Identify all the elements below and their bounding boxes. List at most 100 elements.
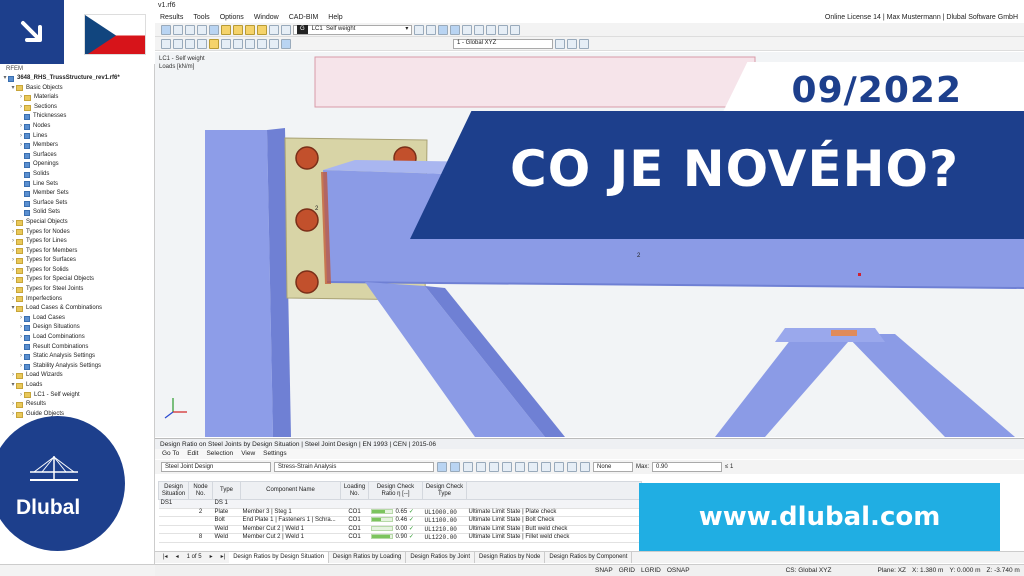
display-icon[interactable] [554,462,564,472]
view-icon[interactable] [197,24,207,35]
tree-item[interactable]: › Types for Steel Joints [0,285,154,295]
tree-item[interactable]: › Design Situations [0,323,154,333]
prev-icon[interactable] [414,24,425,35]
display-icon[interactable] [541,462,551,472]
tree-file[interactable]: ▾ 3648_RHS_TrussStructure_rev1.rf6* [0,74,154,84]
tree-item[interactable]: › Results [0,400,154,410]
status-lgrid[interactable]: LGRID [641,565,661,576]
tool-icon[interactable] [233,38,243,49]
view-icon[interactable] [567,38,577,49]
module-select[interactable]: Steel Joint Design [161,462,271,472]
edit-icon[interactable] [221,24,231,35]
prev-page-icon[interactable]: ◂ [172,552,183,563]
results-menu-settings[interactable]: Settings [259,449,291,459]
tree-item[interactable]: Solid Sets [0,208,154,218]
display-icon[interactable] [567,462,577,472]
menu-window[interactable]: Window [249,12,284,23]
tool-icon[interactable] [209,38,219,49]
export-icon[interactable] [502,462,512,472]
results-icon[interactable] [450,24,461,35]
tree-item[interactable]: › Load Wizards [0,371,154,381]
view-icon[interactable] [185,24,195,35]
display-icon[interactable] [474,24,485,35]
tree-item[interactable]: Openings [0,160,154,170]
status-osnap[interactable]: OSNAP [667,565,690,576]
last-page-icon[interactable]: ▸| [217,552,230,563]
view-icon[interactable] [579,38,589,49]
next-page-icon[interactable]: ▸ [206,552,217,563]
analysis-select[interactable]: Stress-Strain Analysis [274,462,434,472]
tree-item[interactable]: Surfaces [0,151,154,161]
tree-item[interactable]: › LC1 - Self weight [0,391,154,401]
zoom-icon[interactable] [245,24,255,35]
tree-item[interactable]: › Materials [0,93,154,103]
menu-cad-bim[interactable]: CAD-BIM [284,12,324,23]
results-icon[interactable] [438,24,449,35]
tree-item[interactable]: › Nodes [0,122,154,132]
tree-item[interactable]: Solids [0,170,154,180]
display-icon[interactable] [486,24,497,35]
export-icon[interactable] [489,462,499,472]
tab-by-joint[interactable]: Design Ratios by Joint [406,552,476,563]
tree-item[interactable]: Line Sets [0,180,154,190]
tree-item[interactable]: › Types for Solids [0,266,154,276]
tree-item[interactable]: › Types for Lines [0,237,154,247]
first-page-icon[interactable]: |◂ [159,552,172,563]
filter-icon[interactable] [437,462,447,472]
tree-item[interactable]: › Types for Nodes [0,228,154,238]
tool-icon[interactable] [257,38,267,49]
display-icon[interactable] [580,462,590,472]
table-icon[interactable] [476,462,486,472]
tree-item[interactable]: › Special Objects [0,218,154,228]
tab-by-design-situation[interactable]: Design Ratios by Design Situation [229,552,329,563]
tree-item[interactable]: › Types for Surfaces [0,256,154,266]
coordinate-system-select[interactable]: 1 - Global XYZ [453,38,553,49]
tree-item[interactable]: ▾ Basic Objects [0,84,154,94]
display-icon[interactable] [498,24,509,35]
view-icon[interactable] [173,24,183,35]
tree-item[interactable]: › Members [0,141,154,151]
tree-item[interactable]: ▾ Loads [0,381,154,391]
menu-results[interactable]: Results [155,12,188,23]
website-url[interactable]: www.dlubal.com [699,502,941,532]
table-icon[interactable] [463,462,473,472]
url-banner[interactable]: www.dlubal.com [639,483,1000,551]
search-icon[interactable] [233,24,243,35]
load-case-select[interactable]: G LC1 Self weight ▾ [293,24,413,35]
results-menu-selection[interactable]: Selection [202,449,237,459]
tool-icon[interactable] [245,38,255,49]
display-icon[interactable] [510,24,521,35]
tool-icon[interactable] [161,38,171,49]
table-row[interactable]: 2 Plate Member 3 | Steg 1 CO1 0.65 ✓ UL1000.0… [158,508,642,518]
max-value-field[interactable]: 0.90 [652,462,723,472]
tree-item[interactable]: › Sections [0,103,154,113]
tree-item[interactable]: Surface Sets [0,199,154,209]
filter-select[interactable]: None [593,462,633,472]
tree-item[interactable]: Thicknesses [0,112,154,122]
filter-icon[interactable] [450,462,460,472]
next-icon[interactable] [426,24,437,35]
tab-by-loading[interactable]: Design Ratios by Loading [329,552,407,563]
tree-item[interactable]: › Load Cases [0,314,154,324]
view-icon[interactable] [555,38,565,49]
table-icon[interactable] [209,24,219,35]
menu-tools[interactable]: Tools [188,12,214,23]
tree-item[interactable]: › Static Analysis Settings [0,352,154,362]
display-icon[interactable] [462,24,473,35]
model-icon[interactable] [281,24,291,35]
tree-item[interactable]: › Lines [0,132,154,142]
filter-icon[interactable] [257,24,267,35]
tool-icon[interactable] [185,38,195,49]
results-menu-goto[interactable]: Go To [158,449,183,459]
undo-icon[interactable] [161,24,171,35]
tree-item[interactable]: › Types for Members [0,247,154,257]
menu-options[interactable]: Options [215,12,249,23]
tool-icon[interactable] [281,38,291,49]
tree-item[interactable]: › Imperfections [0,295,154,305]
status-snap[interactable]: SNAP [595,565,613,576]
tool-icon[interactable] [173,38,183,49]
table-row[interactable]: 8 Weld Member Cut 2 | Weld 1 CO1 0.90 ✓ UL122… [158,533,642,543]
table-row[interactable]: Bolt End Plate 1 | Fasteners 1 | Schra...… [158,516,642,526]
tree-item[interactable]: Member Sets [0,189,154,199]
print-icon[interactable] [515,462,525,472]
